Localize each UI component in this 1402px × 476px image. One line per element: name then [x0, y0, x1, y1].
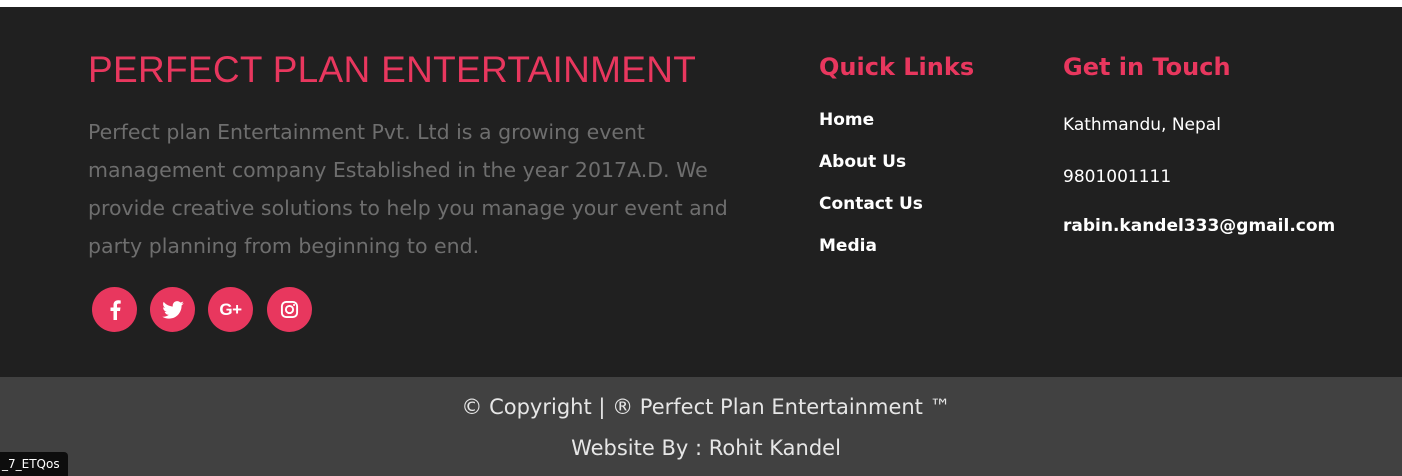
- get-in-touch-heading: Get in Touch: [1063, 53, 1231, 81]
- link-about-us[interactable]: About Us: [819, 152, 906, 172]
- link-contact-us[interactable]: Contact Us: [819, 194, 923, 214]
- google-plus-glyph: G+: [219, 299, 242, 319]
- twitter-icon[interactable]: [150, 287, 195, 332]
- website-credit: Website By : Rohit Kandel: [571, 436, 841, 460]
- footer-bottom-bar: [0, 377, 1402, 476]
- instagram-icon[interactable]: [267, 287, 312, 332]
- link-media[interactable]: Media: [819, 236, 877, 256]
- quick-links-heading: Quick Links: [819, 53, 975, 81]
- url-tooltip: _7_ETQos: [0, 452, 68, 476]
- contact-address: Kathmandu, Nepal: [1063, 115, 1221, 135]
- facebook-icon[interactable]: [92, 287, 137, 332]
- contact-email: rabin.kandel333@gmail.com: [1063, 216, 1336, 236]
- brand-description: Perfect plan Entertainment Pvt. Ltd is a…: [88, 120, 728, 258]
- copyright-text: © Copyright | ® Perfect Plan Entertainme…: [461, 395, 951, 419]
- contact-phone: 9801001111: [1063, 167, 1172, 187]
- brand-title: PERFECT PLAN ENTERTAINMENT: [88, 49, 697, 90]
- google-plus-icon[interactable]: G+: [208, 287, 253, 332]
- link-home[interactable]: Home: [819, 110, 874, 130]
